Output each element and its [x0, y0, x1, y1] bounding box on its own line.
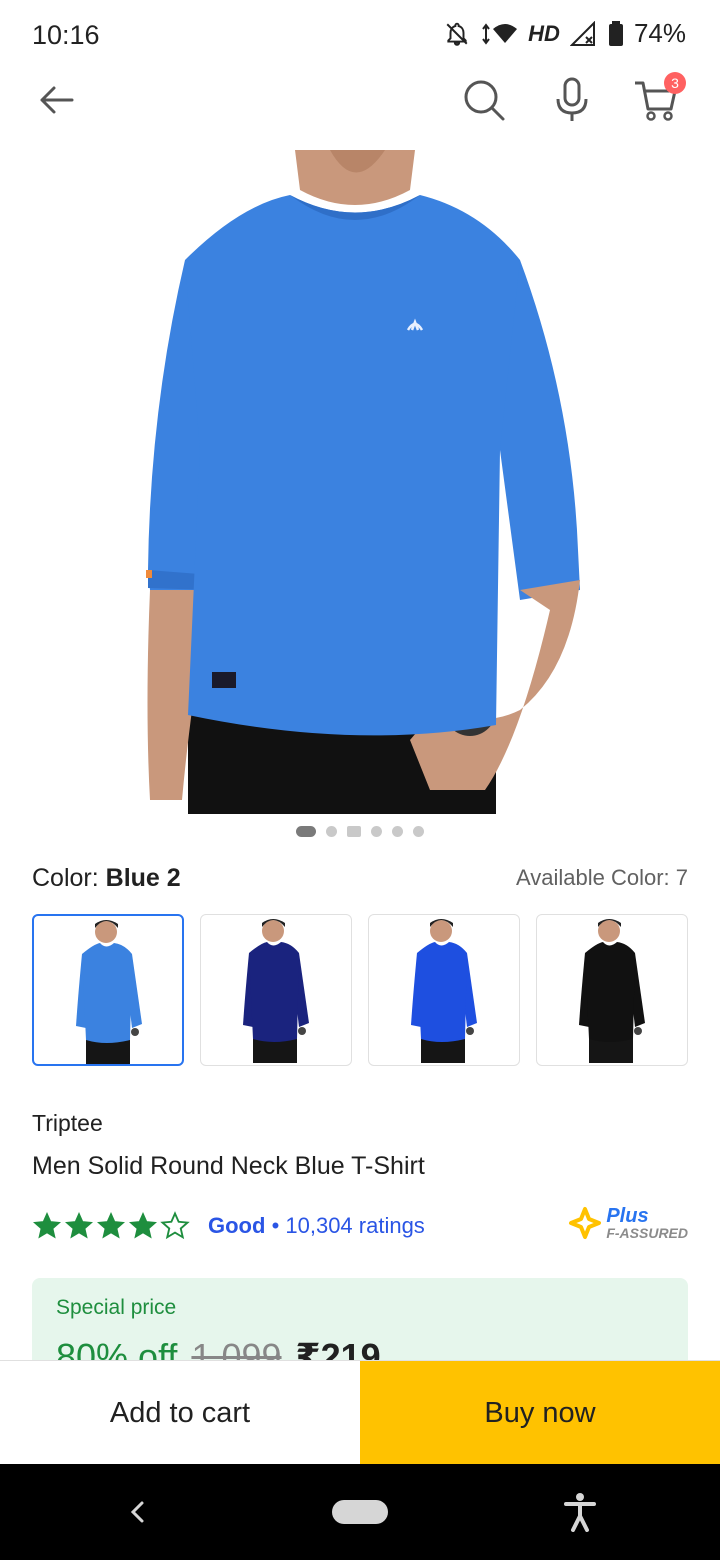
battery-icon — [608, 20, 623, 46]
plus-assured-badge: Plus F-ASSURED — [568, 1206, 688, 1240]
rating-word: Good — [208, 1213, 266, 1238]
swatch-thumbnail — [579, 919, 645, 1063]
cart-count-badge: 3 — [664, 72, 686, 94]
available-colors: Available Color: 7 — [515, 865, 688, 890]
top-toolbar: 3 — [0, 70, 720, 150]
nav-back-button[interactable] — [118, 1492, 158, 1532]
back-button[interactable] — [26, 70, 86, 130]
nav-home-button[interactable] — [332, 1500, 388, 1524]
product-image-carousel[interactable] — [0, 150, 720, 814]
selected-color-name: Blue 2 — [105, 863, 181, 892]
battery-percent: 74% — [633, 18, 686, 48]
color-selector-header: Color: Blue 2 Available Color: 7 — [32, 860, 688, 896]
color-label-prefix: Color: — [32, 863, 99, 892]
special-price-label: Special price — [56, 1296, 177, 1319]
star-icon — [64, 1211, 94, 1239]
buy-now-button[interactable]: Buy now — [360, 1361, 720, 1465]
carousel-dot — [326, 826, 337, 837]
carousel-dot-active — [296, 826, 316, 837]
video-dot-icon — [347, 826, 361, 837]
wifi-icon — [482, 22, 518, 45]
network-type: HD — [528, 20, 560, 46]
color-swatch[interactable] — [200, 914, 352, 1066]
assured-label: F-ASSURED — [606, 1225, 688, 1241]
accessibility-button[interactable] — [560, 1490, 600, 1534]
star-icon — [32, 1211, 62, 1239]
carousel-dot — [413, 826, 424, 837]
star-icon — [96, 1211, 126, 1239]
microphone-icon — [556, 77, 588, 121]
rating-stars — [32, 1211, 190, 1241]
signal-icon — [569, 20, 595, 46]
plus-label: Plus — [606, 1205, 649, 1227]
color-swatch[interactable] — [368, 914, 520, 1066]
rating-count: • 10,304 ratings — [271, 1213, 425, 1238]
status-time: 10:16 — [32, 20, 100, 50]
search-button[interactable] — [454, 70, 514, 130]
rating-row[interactable]: Good • 10,304 ratings Plus F-ASSURED — [32, 1206, 688, 1246]
star-outline-icon — [160, 1211, 190, 1240]
selected-color-label: Color: Blue 2 — [32, 864, 181, 893]
status-bar: 10:16 HD 74% — [0, 0, 720, 70]
cart-button[interactable]: 3 — [626, 70, 686, 130]
system-nav-bar — [0, 1464, 720, 1560]
product-title: Men Solid Round Neck Blue T-Shirt — [32, 1152, 425, 1180]
arrow-left-icon — [40, 86, 74, 114]
rating-summary: Good • 10,304 ratings — [208, 1213, 425, 1239]
notifications-off-icon — [446, 22, 468, 46]
status-icons: HD 74% — [444, 18, 686, 49]
plus-assured-icon — [569, 1207, 602, 1239]
product-image — [146, 150, 580, 814]
bottom-action-bar: Add to cart Buy now — [0, 1360, 720, 1465]
carousel-dot — [371, 826, 382, 837]
product-brand[interactable]: Triptee — [32, 1110, 103, 1137]
search-icon — [464, 80, 505, 121]
voice-search-button[interactable] — [542, 70, 602, 130]
carousel-indicator — [0, 826, 720, 837]
chevron-left-icon — [130, 1501, 144, 1523]
color-swatch[interactable] — [32, 914, 184, 1066]
swatch-thumbnail — [76, 920, 142, 1064]
swatch-thumbnail — [411, 919, 477, 1063]
carousel-dot — [392, 826, 403, 837]
color-swatch-list — [32, 914, 688, 1066]
accessibility-icon — [564, 1493, 596, 1532]
color-swatch[interactable] — [536, 914, 688, 1066]
star-icon — [128, 1211, 158, 1239]
swatch-thumbnail — [243, 919, 309, 1063]
add-to-cart-button[interactable]: Add to cart — [0, 1361, 360, 1465]
